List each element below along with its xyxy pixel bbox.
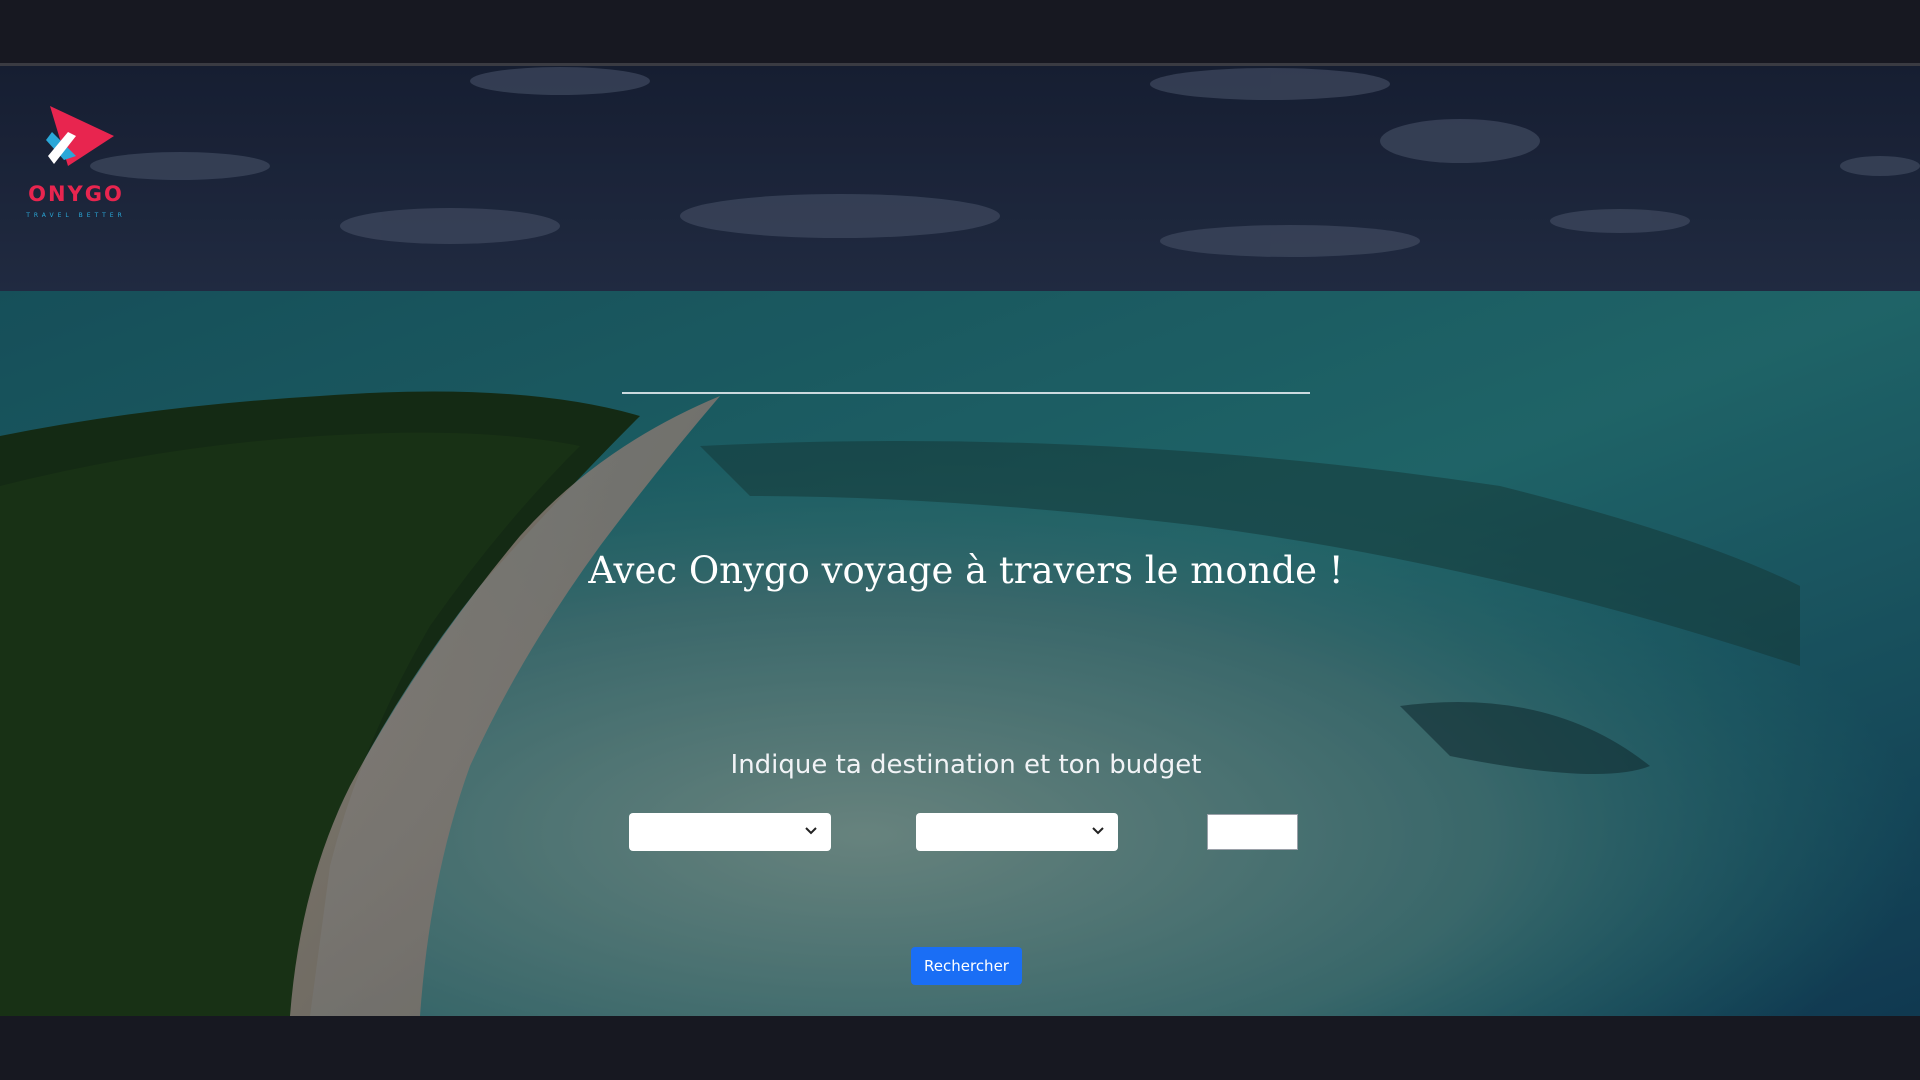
hero-subheadline: Indique ta destination et ton budget <box>730 750 1202 780</box>
search-button[interactable]: Rechercher <box>911 947 1022 985</box>
destination-select[interactable] <box>629 813 831 851</box>
hero-headline: Avec Onygo voyage à travers le monde ! <box>588 549 1344 592</box>
onygo-logo[interactable]: ONYGO TRAVEL BETTER <box>18 102 134 282</box>
brand-tagline: TRAVEL BETTER <box>26 212 126 219</box>
chevron-down-icon <box>1092 827 1104 835</box>
top-bar <box>0 0 1920 66</box>
hero-section: Avec Onygo voyage à travers le monde ! I… <box>0 66 1920 1016</box>
onygo-logo-icon <box>46 106 114 166</box>
second-select[interactable] <box>916 813 1118 851</box>
bottom-bar <box>0 1016 1920 1080</box>
hero-divider <box>622 392 1310 394</box>
chevron-down-icon <box>805 827 817 835</box>
brand-name: ONYGO <box>28 182 124 206</box>
budget-input[interactable] <box>1207 814 1298 850</box>
hero-background-image <box>0 66 1920 1016</box>
